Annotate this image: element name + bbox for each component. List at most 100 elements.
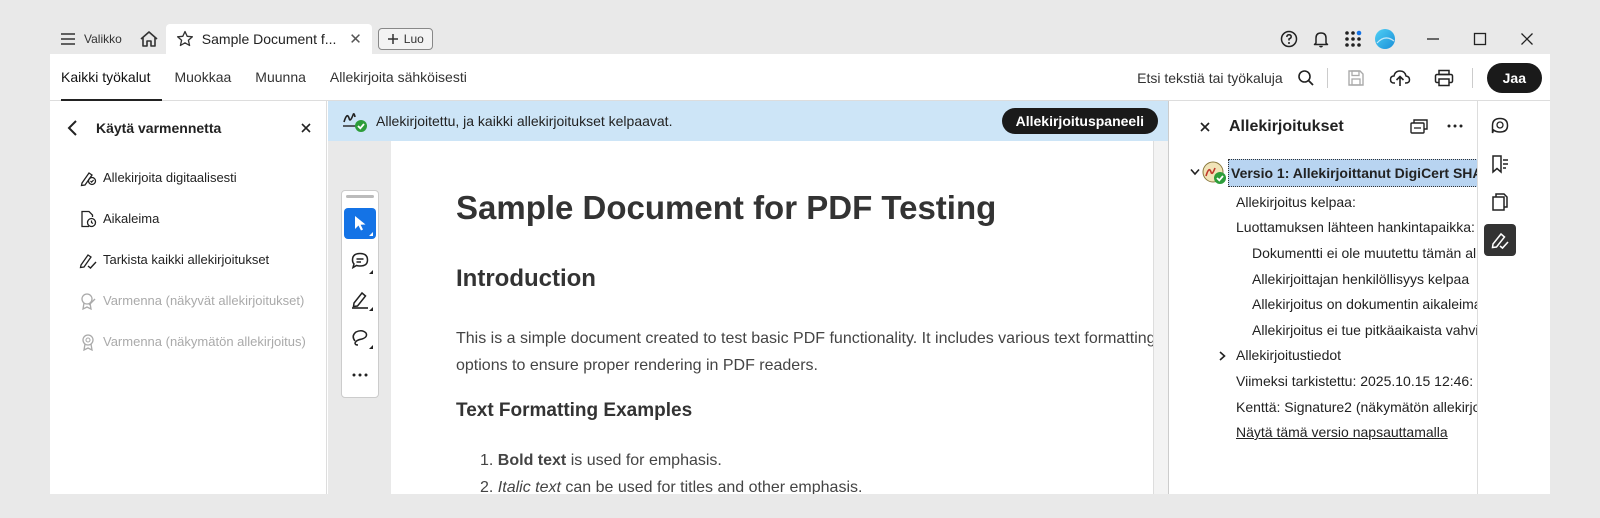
certify-invisible-icon: [82, 333, 94, 351]
highlight-tool[interactable]: [344, 284, 376, 315]
apps-grid-icon: [1345, 30, 1362, 47]
signatures-panel: Allekirjoitukset Versio 1: Allekirjoitta…: [1168, 101, 1477, 494]
avatar[interactable]: [1369, 24, 1401, 54]
document-tab[interactable]: Sample Document f... ✕: [165, 24, 372, 54]
validate-signatures-icon: [79, 253, 97, 269]
separator: [1326, 67, 1328, 88]
cursor-icon: [355, 216, 366, 231]
left-tool-panel: Käytä varmennetta Allekirjoita digitaali…: [50, 101, 327, 494]
last-checked-label: Viimeksi tarkistettu: 2025.10.15 12:46:: [1236, 373, 1474, 389]
close-panel-icon[interactable]: [300, 122, 312, 134]
save-button[interactable]: [1336, 54, 1376, 101]
tab-e-sign[interactable]: Allekirjoita sähköisesti: [330, 54, 479, 101]
doc-list-item: 2. Italic text can be used for titles an…: [480, 479, 863, 494]
signatures-panel-header: Allekirjoitukset: [1169, 101, 1477, 153]
more-tools[interactable]: [344, 359, 376, 390]
home-icon: [140, 31, 158, 47]
digital-sign-icon: [80, 171, 97, 186]
share-button[interactable]: Jaa: [1486, 62, 1542, 93]
ltv-status-label: Allekirjoitus ei tue pitkäaikaista vahvi…: [1252, 322, 1477, 338]
vertical-scrollbar[interactable]: [1153, 141, 1168, 494]
signature-details-label[interactable]: Allekirjoitustiedot: [1236, 347, 1341, 363]
print-button[interactable]: [1424, 54, 1464, 101]
banner-message: Allekirjoitettu, ja kaikki allekirjoituk…: [376, 113, 673, 129]
copy-pages-icon: [1492, 193, 1508, 211]
cloud-upload-icon: [1389, 69, 1410, 86]
drag-handle[interactable]: [346, 195, 374, 198]
certify-visible-icon: [81, 292, 96, 310]
view-version-link[interactable]: Näytä tämä versio napsauttamalla: [1236, 424, 1448, 440]
tab-close-icon[interactable]: ✕: [349, 30, 362, 48]
signature-version-row[interactable]: Versio 1: Allekirjoittanut DigiCert SHA2…: [1228, 159, 1477, 187]
home-button[interactable]: [132, 24, 166, 54]
close-icon: [1520, 33, 1533, 45]
expand-signatures-icon[interactable]: [1409, 117, 1429, 135]
search-tools-label[interactable]: Etsi tekstiä tai työkaluja: [1137, 70, 1283, 86]
bell-icon: [1313, 32, 1329, 48]
menu-button[interactable]: Valikko: [50, 24, 132, 54]
sign-digitally-item[interactable]: Allekirjoita digitaalisesti: [50, 157, 326, 198]
chevron-right-icon[interactable]: [1217, 350, 1227, 362]
bookmarks-rail-button[interactable]: [1484, 148, 1516, 180]
list-text: can be used for titles and other emphasi…: [560, 479, 863, 494]
quick-tools-bar: [341, 190, 379, 398]
back-arrow-icon[interactable]: [66, 119, 80, 137]
certify-visible-item: Varmenna (näkyvät allekirjoitukset): [50, 280, 326, 321]
doc-paragraph: This is a simple document created to tes…: [456, 325, 1153, 379]
more-options-icon[interactable]: [1447, 117, 1463, 135]
avatar-icon: [1375, 29, 1395, 49]
help-button[interactable]: [1273, 24, 1305, 54]
signatures-rail-button[interactable]: [1484, 224, 1516, 256]
hamburger-icon: [61, 33, 75, 45]
close-icon[interactable]: [1199, 121, 1211, 133]
signed-valid-icon: [343, 113, 367, 132]
tab-edit[interactable]: Muokkaa: [174, 54, 243, 101]
close-window-button[interactable]: [1503, 24, 1550, 54]
app-window: Valikko Sample Document f... ✕ Luo Kaikk…: [50, 24, 1550, 494]
notifications-button[interactable]: [1305, 24, 1337, 54]
minimize-icon: [1426, 38, 1439, 40]
signatures-panel-title: Allekirjoitukset: [1229, 118, 1344, 135]
timestamp-item[interactable]: Aikaleima: [50, 198, 326, 239]
certificate-tool-list: Allekirjoita digitaalisesti Aikaleima Ta…: [50, 155, 326, 362]
pages-rail-button[interactable]: [1484, 186, 1516, 218]
field-label: Kenttä: Signature2 (näkymätön allekirjoi…: [1236, 399, 1477, 415]
minimize-button[interactable]: [1409, 24, 1456, 54]
not-modified-label: Dokumentti ei ole muutettu tämän allekir…: [1252, 245, 1477, 261]
select-tool[interactable]: [344, 207, 376, 239]
lasso-draw-icon: [352, 329, 368, 346]
doc-title: Sample Document for PDF Testing: [456, 189, 997, 226]
toolbar-right: Etsi tekstiä tai työkaluja Jaa: [1137, 54, 1542, 101]
bookmark-icon: [1492, 155, 1508, 174]
menu-label: Valikko: [84, 32, 122, 46]
search-icon: [1297, 69, 1314, 86]
printer-icon: [1434, 69, 1453, 86]
doc-paragraph-line: This is a simple document created to tes…: [456, 330, 1153, 347]
signature-panel-button[interactable]: Allekirjoituspaneeli: [1001, 108, 1158, 134]
apps-button[interactable]: [1337, 24, 1369, 54]
star-icon[interactable]: [176, 30, 194, 48]
tab-all-tools[interactable]: Kaikki työkalut: [61, 54, 163, 101]
left-panel-title: Käytä varmennetta: [96, 120, 222, 136]
tab-convert[interactable]: Muunna: [255, 54, 318, 101]
left-panel-header: Käytä varmennetta: [50, 101, 326, 155]
bold-text: Bold text: [497, 452, 567, 469]
doc-paragraph-line: options to ensure proper rendering in PD…: [456, 357, 818, 374]
draw-tool[interactable]: [344, 321, 376, 352]
search-button[interactable]: [1293, 54, 1319, 101]
right-rail: [1477, 101, 1550, 494]
maximize-icon: [1473, 32, 1486, 46]
main-toolbar: Kaikki työkalut Muokkaa Muunna Allekirjo…: [50, 54, 1550, 101]
pdf-page: Sample Document for PDF Testing Introduc…: [391, 141, 1153, 494]
upload-button[interactable]: [1380, 54, 1420, 101]
list-text: is used for emphasis.: [566, 452, 722, 469]
comments-rail-button[interactable]: [1484, 110, 1516, 142]
maximize-button[interactable]: [1456, 24, 1503, 54]
comment-tool[interactable]: [344, 246, 376, 277]
trust-source-label: Luottamuksen lähteen hankintapaikka:: [1236, 219, 1475, 235]
validate-signatures-item[interactable]: Tarkista kaikki allekirjoitukset: [50, 239, 326, 280]
pen-highlight-icon: [352, 291, 368, 309]
titlebar-right: [1273, 24, 1550, 54]
comment-search-icon: [1491, 117, 1509, 134]
new-button[interactable]: Luo: [377, 28, 433, 50]
